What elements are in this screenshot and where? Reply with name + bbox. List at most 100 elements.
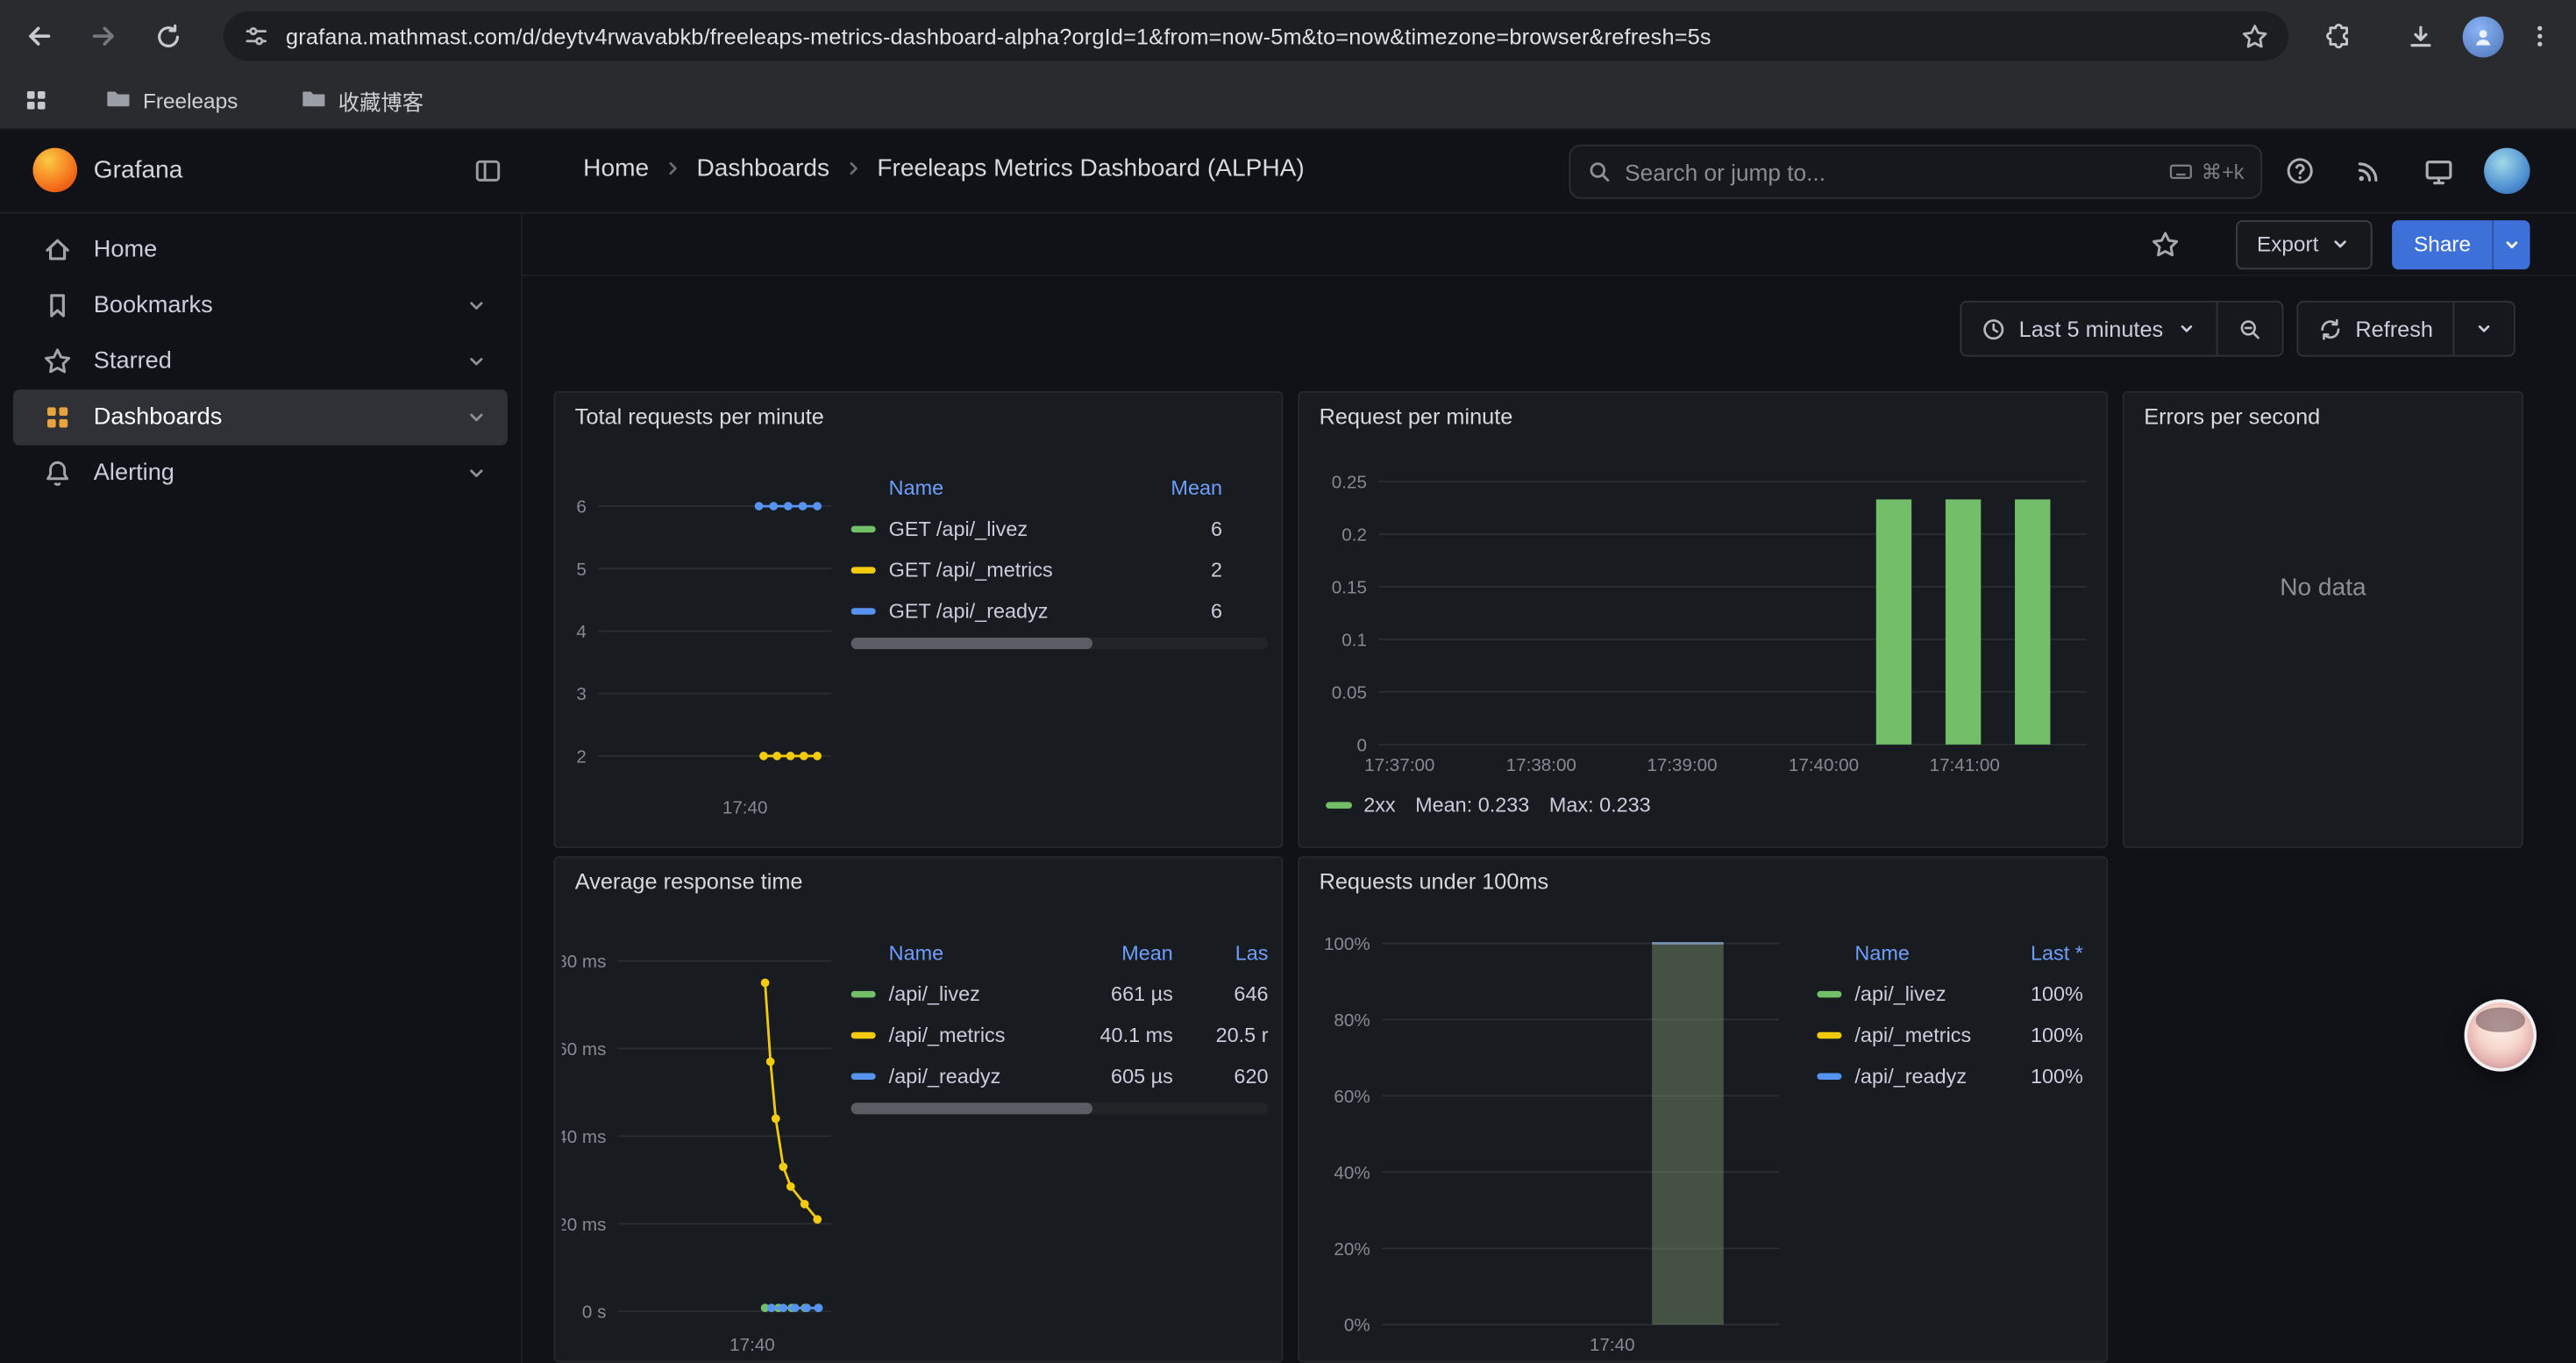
svg-text:0.25: 0.25: [1332, 472, 1367, 492]
legend-header-mean[interactable]: Mean: [1130, 476, 1222, 499]
forward-button[interactable]: [77, 10, 130, 62]
apps-grid-icon[interactable]: [13, 77, 59, 123]
legend-row[interactable]: /api/_readyz 605 µs 620: [851, 1055, 1269, 1096]
legend-row[interactable]: GET /api/_livez 6: [851, 508, 1222, 549]
brand-name[interactable]: Grafana: [94, 156, 183, 184]
panel-title[interactable]: Average response time: [555, 858, 1281, 905]
series-name[interactable]: /api/_livez: [889, 982, 980, 1005]
series-name[interactable]: /api/_readyz: [1854, 1064, 1967, 1087]
sidebar-item-alerting[interactable]: Alerting: [13, 446, 508, 502]
bookmark-folder-freeleaps[interactable]: Freeleaps: [89, 78, 254, 123]
share-dropdown-button[interactable]: [2492, 219, 2530, 268]
breadcrumb-dashboards[interactable]: Dashboards: [696, 154, 829, 182]
series-name[interactable]: GET /api/_readyz: [889, 599, 1049, 622]
share-button[interactable]: Share: [2393, 219, 2493, 268]
svg-text:0.05: 0.05: [1332, 682, 1367, 703]
series-name[interactable]: GET /api/_metrics: [889, 558, 1053, 581]
time-range-picker[interactable]: Last 5 minutes: [1961, 303, 2216, 355]
reload-button[interactable]: [141, 10, 194, 62]
chevron-down-icon[interactable]: [465, 462, 487, 485]
chevron-down-icon[interactable]: [465, 406, 487, 429]
browser-menu-icon[interactable]: [2514, 10, 2566, 62]
avatar-image: [2476, 1008, 2525, 1032]
bookmark-star-icon[interactable]: [2241, 22, 2269, 50]
profile-avatar[interactable]: [2463, 16, 2504, 57]
series-name[interactable]: /api/_readyz: [889, 1064, 1001, 1087]
refresh-interval-dropdown[interactable]: [2452, 303, 2513, 355]
panel-title[interactable]: Request per minute: [1299, 393, 2106, 440]
address-bar[interactable]: grafana.mathmast.com/d/deytv4rwavabkb/fr…: [224, 11, 2288, 61]
svg-text:80%: 80%: [1334, 1010, 1370, 1031]
site-info-icon[interactable]: [243, 23, 269, 49]
news-rss-icon[interactable]: [2354, 156, 2384, 186]
extensions-icon[interactable]: [2311, 10, 2364, 62]
favorite-star-icon[interactable]: [2150, 229, 2180, 259]
legend-row[interactable]: /api/_metrics 40.1 ms 20.5 r: [851, 1014, 1269, 1055]
svg-text:17:37:00: 17:37:00: [1364, 755, 1434, 775]
sidebar-item-starred[interactable]: Starred: [13, 333, 508, 389]
zoom-out-button[interactable]: [2216, 303, 2281, 355]
svg-text:17:39:00: 17:39:00: [1647, 755, 1717, 775]
series-last: 620: [1173, 1064, 1269, 1087]
svg-text:40%: 40%: [1334, 1163, 1370, 1183]
export-button[interactable]: Export: [2236, 219, 2373, 268]
legend-header-mean[interactable]: Mean: [1064, 942, 1173, 965]
series-name[interactable]: GET /api/_livez: [889, 517, 1028, 539]
legend-header-name[interactable]: Name: [851, 476, 1131, 499]
panel-title[interactable]: Errors per second: [2124, 393, 2522, 440]
downloads-icon[interactable]: [2394, 10, 2446, 62]
breadcrumb-home[interactable]: Home: [583, 154, 649, 182]
legend-row[interactable]: /api/_livez 661 µs 646: [851, 973, 1269, 1014]
panel-avg-response-time: Average response time 80 ms60 ms40 ms20 …: [553, 856, 1283, 1362]
panel-title[interactable]: Requests under 100ms: [1299, 858, 2106, 905]
search-input[interactable]: [1625, 159, 2155, 185]
legend-row[interactable]: GET /api/_metrics 2: [851, 549, 1222, 590]
bookmark-folder-blog[interactable]: 收藏博客: [284, 78, 440, 123]
sidebar-toggle-icon[interactable]: [473, 156, 503, 194]
monitor-icon[interactable]: [2423, 156, 2455, 188]
svg-text:17:40:00: 17:40:00: [1789, 755, 1859, 775]
svg-text:17:40: 17:40: [722, 797, 768, 817]
keyboard-icon: [2168, 160, 2193, 184]
series-mean: 6: [1130, 599, 1222, 622]
refresh-group: Refresh: [2296, 301, 2516, 357]
back-icon: [25, 21, 54, 51]
apps-icon: [43, 403, 73, 432]
legend-scrollbar-thumb[interactable]: [851, 1103, 1093, 1114]
grafana-logo[interactable]: [32, 148, 77, 193]
refresh-button[interactable]: Refresh: [2298, 303, 2453, 355]
legend-row[interactable]: GET /api/_readyz 6: [851, 590, 1222, 632]
series-name[interactable]: /api/_metrics: [1854, 1023, 1971, 1045]
sidebar-item-dashboards[interactable]: Dashboards: [13, 389, 508, 446]
series-name[interactable]: /api/_metrics: [889, 1023, 1006, 1045]
bookmark-label: 收藏博客: [338, 84, 423, 116]
chevron-down-icon[interactable]: [465, 350, 487, 373]
series-name[interactable]: 2xx: [1363, 794, 1395, 817]
legend-scrollbar-thumb[interactable]: [851, 638, 1093, 649]
user-avatar[interactable]: [2484, 148, 2530, 194]
panel-title[interactable]: Total requests per minute: [555, 393, 1281, 440]
legend-header-last[interactable]: Last *: [1997, 942, 2082, 965]
legend-scrollbar[interactable]: [851, 638, 1269, 649]
legend-item[interactable]: 2xx: [1326, 794, 1396, 817]
legend-header-name[interactable]: Name: [1817, 942, 1997, 965]
svg-text:60 ms: 60 ms: [562, 1039, 607, 1060]
svg-text:100%: 100%: [1324, 934, 1370, 954]
chevron-down-icon[interactable]: [465, 294, 487, 317]
legend-row[interactable]: /api/_livez 100%: [1817, 973, 2083, 1014]
legend-row[interactable]: /api/_readyz 100%: [1817, 1055, 2083, 1096]
series-name[interactable]: /api/_livez: [1854, 982, 1946, 1005]
search-box[interactable]: ⌘+k: [1569, 145, 2262, 199]
assistant-avatar-button[interactable]: [2465, 999, 2537, 1071]
sidebar-item-bookmarks[interactable]: Bookmarks: [13, 278, 508, 334]
help-icon[interactable]: [2285, 156, 2315, 186]
legend-header-last[interactable]: Las: [1173, 942, 1269, 965]
sidebar-item-home[interactable]: Home: [13, 222, 508, 278]
bookmark-icon: [43, 291, 73, 321]
legend-row[interactable]: /api/_metrics 100%: [1817, 1014, 2083, 1055]
svg-text:20 ms: 20 ms: [562, 1215, 607, 1235]
legend-scrollbar[interactable]: [851, 1103, 1269, 1114]
back-button[interactable]: [13, 10, 66, 62]
legend-header-name[interactable]: Name: [851, 942, 1065, 965]
series-mean: Mean: 0.233: [1415, 794, 1529, 817]
